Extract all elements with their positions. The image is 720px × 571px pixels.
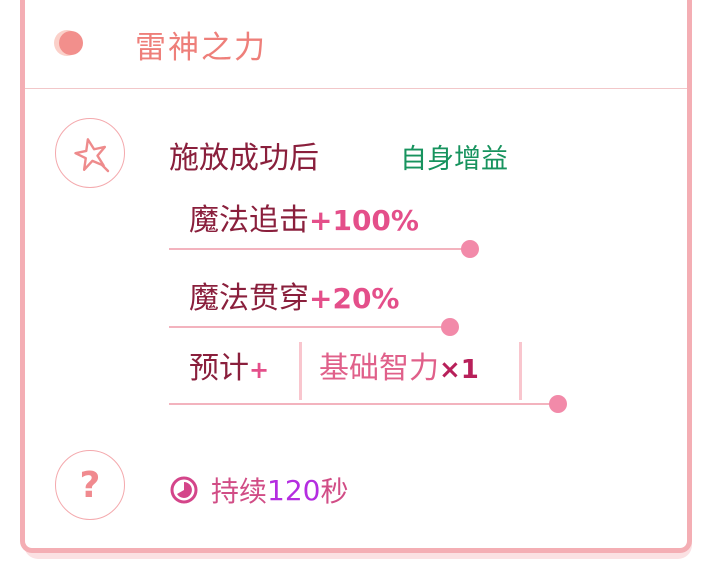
stat-label: 魔法追击 (189, 203, 309, 238)
stat-dot (461, 240, 479, 258)
help-icon-circle[interactable]: ? (55, 450, 125, 520)
formula-base: 基础智力 (319, 351, 439, 386)
question-mark-icon: ? (79, 464, 101, 506)
stat-underline (169, 248, 471, 250)
formula-text: 基础智力×1 (319, 343, 479, 387)
stat-row-pierce: 魔法贯穿+20% (189, 273, 399, 317)
estimate-plus: + (249, 356, 270, 384)
formula-multiplier: ×1 (439, 355, 479, 385)
skill-card: 雷神之力 施放成功后 自身增益 魔法追击+100% 魔法贯穿+20% 预计+ 基… (20, 0, 692, 553)
formula-bracket-left (299, 342, 302, 400)
formula-bracket-right (519, 342, 522, 400)
stat-underline (169, 326, 451, 328)
buff-tag: 自身增益 (400, 144, 508, 175)
duration-unit: 秒 (320, 475, 349, 508)
duration-prefix: 持续 (211, 475, 268, 508)
duration-number: 120 (267, 473, 321, 507)
trigger-text: 施放成功后 (169, 141, 319, 176)
stat-value: +20% (309, 282, 400, 315)
stat-dot (441, 318, 459, 336)
stat-value: +100% (309, 204, 419, 237)
stat-row-chase: 魔法追击+100% (189, 195, 419, 239)
duration-row: 持续 120 秒 (169, 470, 348, 510)
estimate-dot (549, 395, 567, 413)
timer-icon (170, 476, 198, 504)
estimate-underline (169, 403, 559, 405)
star-icon (74, 138, 110, 173)
moon-ball-icon (54, 30, 83, 56)
estimate-row: 预计+ (189, 343, 269, 387)
estimate-label: 预计 (189, 351, 249, 386)
stat-label: 魔法贯穿 (189, 281, 309, 316)
star-icon-circle (55, 118, 125, 188)
skill-title: 雷神之力 (135, 30, 267, 66)
card-header: 雷神之力 (25, 0, 687, 89)
